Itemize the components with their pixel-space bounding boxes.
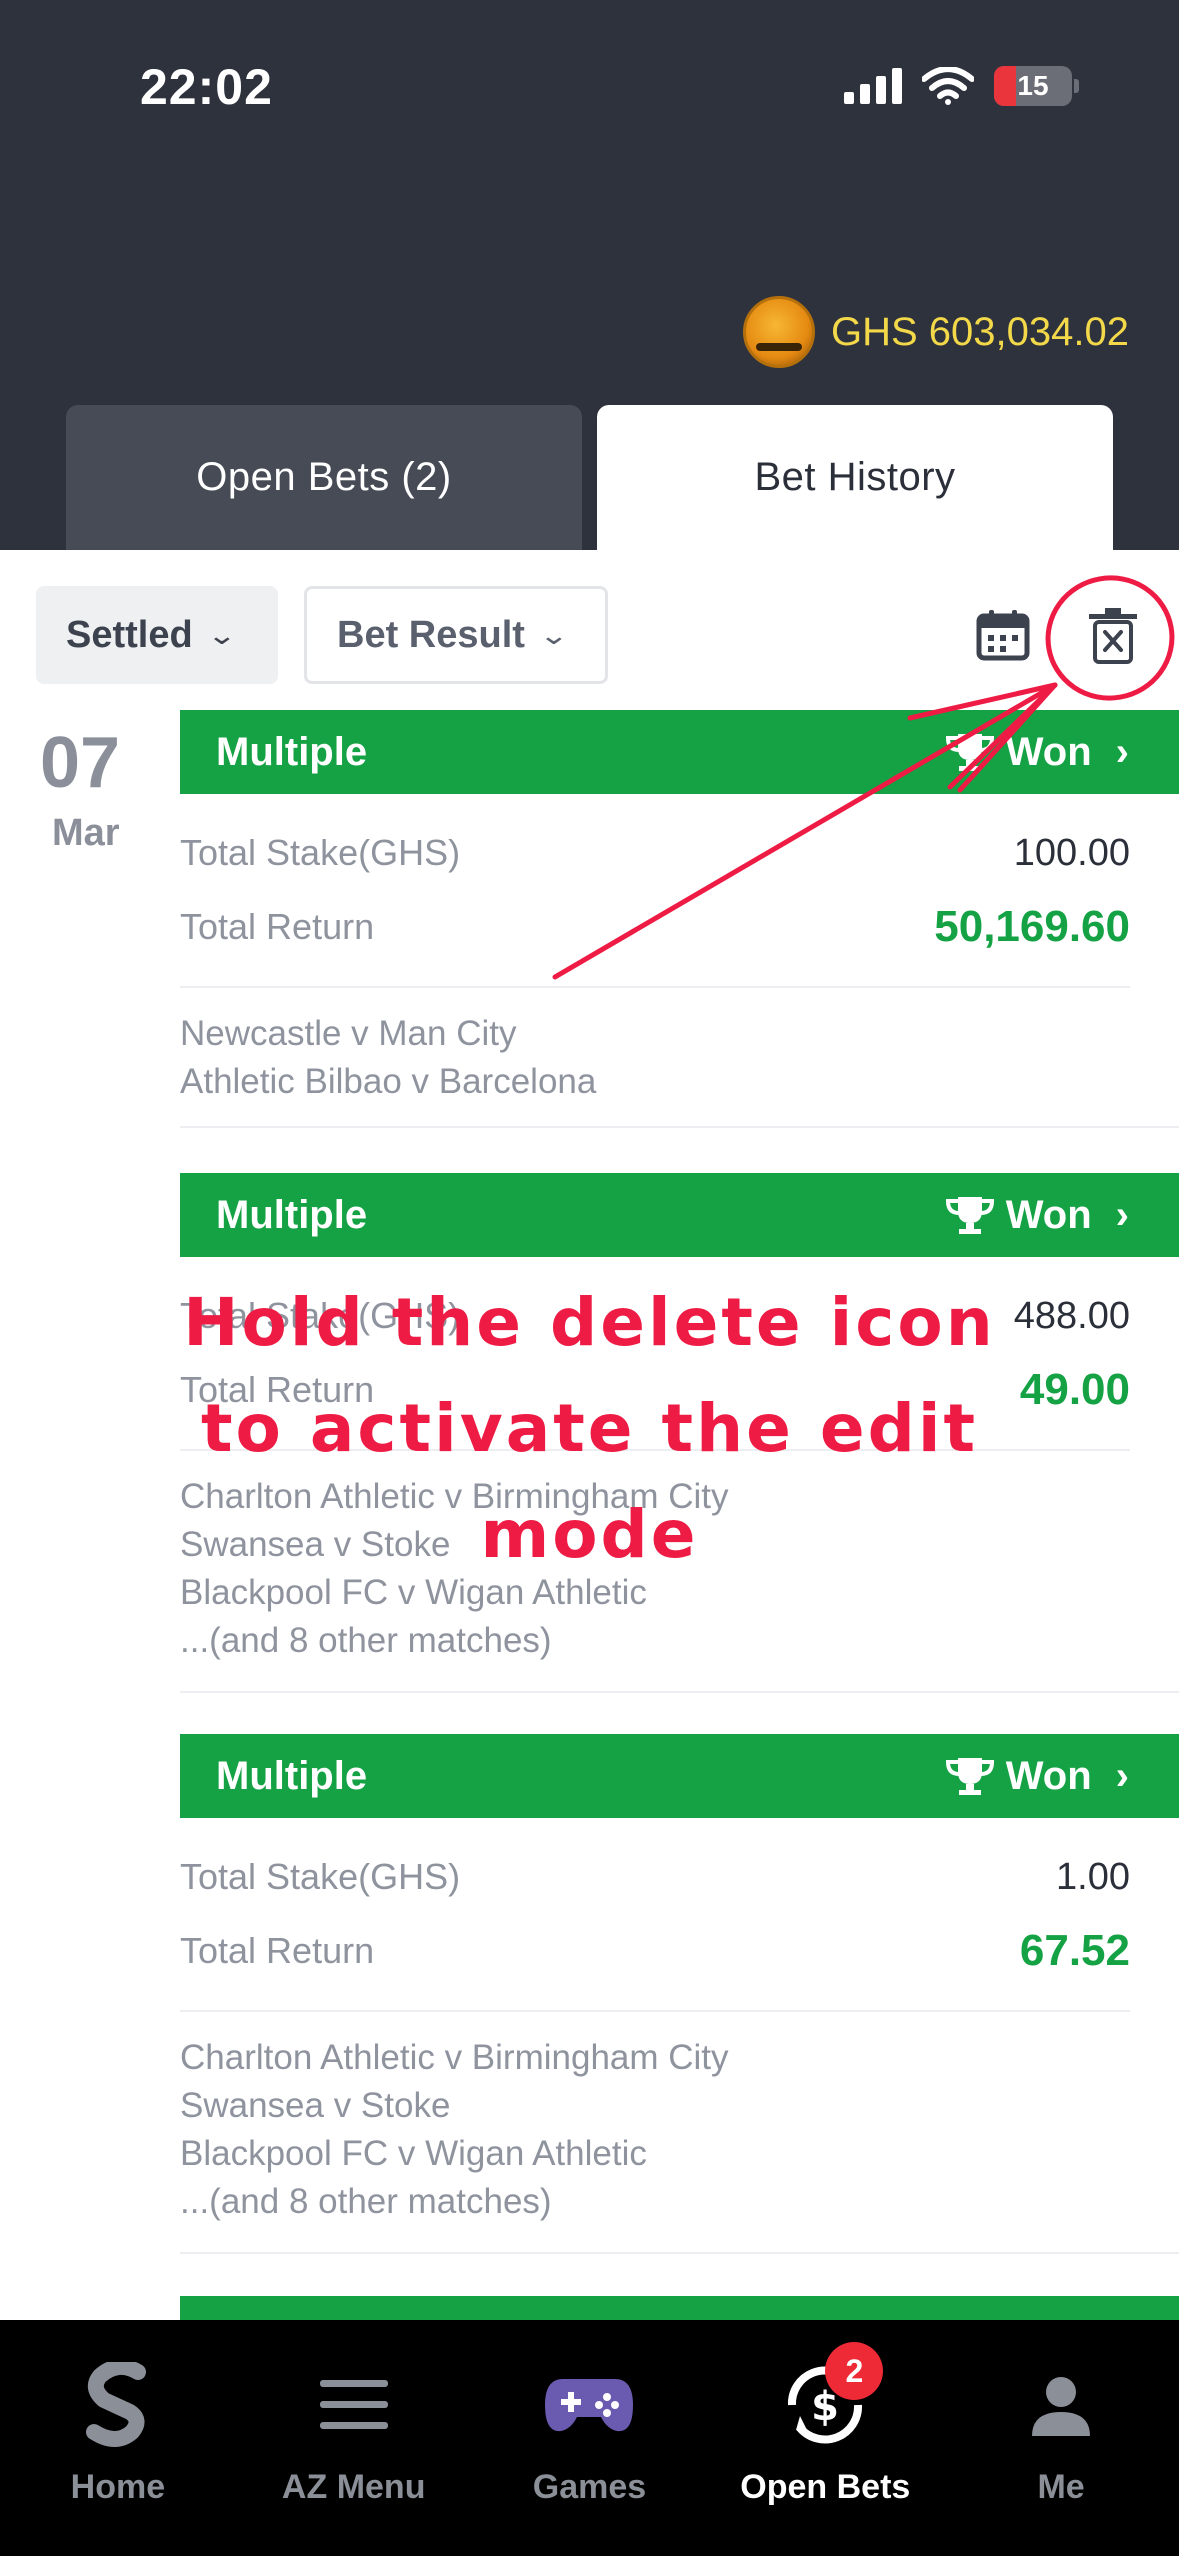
bet-type: Multiple	[216, 1192, 368, 1237]
return-label: Total Return	[180, 906, 375, 947]
bet-card-header[interactable]: Multiple Won ›	[180, 1734, 1179, 1818]
stake-value: 100.00	[1013, 831, 1130, 874]
bet-status-label: Won	[1005, 729, 1092, 774]
balance[interactable]: GHS 603,034.02	[743, 296, 1129, 368]
match-item: Blackpool FC v Wigan Athletic	[180, 2134, 647, 2173]
nav-az-menu[interactable]: AZ Menu	[236, 2320, 472, 2556]
user-icon	[1032, 2377, 1091, 2436]
signal-icon	[844, 68, 902, 104]
nav-open-bets-label: Open Bets	[740, 2468, 911, 2506]
chevron-down-icon: ⌄	[206, 619, 237, 650]
date-day: 07	[40, 723, 121, 803]
calendar-icon[interactable]	[976, 608, 1030, 662]
chevron-down-icon: ⌄	[538, 619, 570, 650]
match-item: ...(and 8 other matches)	[180, 2182, 552, 2221]
match-item: ...(and 8 other matches)	[180, 1621, 552, 1660]
bet-status: Won ›	[944, 730, 1129, 775]
bet-card-header[interactable]: Multiple Won ›	[180, 1173, 1179, 1257]
balance-amount: GHS 603,034.02	[831, 309, 1129, 354]
settled-dropdown[interactable]: Settled ⌄	[36, 586, 278, 684]
chevron-right-icon: ›	[1115, 1753, 1129, 1798]
header: 22:02 15 GHS 603,034.02 Open Bets (2) Be…	[0, 0, 1179, 550]
bet-card-header	[180, 2296, 1179, 2320]
bet-status: Won ›	[944, 1193, 1129, 1238]
match-list: Charlton Athletic v Birmingham City Swan…	[180, 2012, 1179, 2252]
return-value: 67.52	[1019, 1926, 1130, 1975]
settled-label: Settled	[66, 613, 193, 656]
nav-games[interactable]: Games	[472, 2320, 708, 2556]
tab-bet-history[interactable]: Bet History	[597, 405, 1113, 550]
nav-open-bets[interactable]: $ 2 Open Bets	[707, 2320, 943, 2556]
bet-card[interactable]: Multiple Won › Total Stake(GHS) 1.00 Tot…	[180, 1734, 1179, 2254]
bet-status-label: Won	[1005, 1753, 1092, 1798]
divider	[180, 1691, 1179, 1693]
nav-games-label: Games	[532, 2468, 647, 2506]
bet-type: Multiple	[216, 729, 368, 774]
tab-open-bets[interactable]: Open Bets (2)	[66, 405, 582, 550]
bet-status-label: Won	[1005, 1192, 1092, 1237]
annotation-text: mode	[480, 1496, 699, 1573]
trophy-icon	[945, 1197, 994, 1234]
match-item: Newcastle v Man City	[180, 1014, 517, 1053]
match-item: Charlton Athletic v Birmingham City	[180, 2038, 729, 2077]
bet-card[interactable]: Multiple Won › Total Stake(GHS) 100.00 T…	[180, 710, 1179, 1128]
avatar[interactable]	[743, 296, 815, 368]
delete-icon[interactable]	[1086, 606, 1140, 666]
annotation-text: to activate the edit	[200, 1390, 978, 1467]
home-logo-icon	[85, 2362, 146, 2447]
stake-label: Total Stake(GHS)	[180, 832, 461, 873]
return-row: Total Return 67.52	[180, 1914, 1130, 1988]
chevron-right-icon: ›	[1115, 1192, 1129, 1237]
battery-icon: 15	[994, 66, 1079, 106]
bet-card-header[interactable]: Multiple Won ›	[180, 710, 1179, 794]
bet-status: Won ›	[944, 1754, 1129, 1799]
chevron-right-icon: ›	[1115, 729, 1129, 774]
return-value: 50,169.60	[934, 902, 1130, 951]
bet-type: Multiple	[216, 1753, 368, 1798]
divider	[180, 1126, 1179, 1128]
open-bets-badge: 2	[825, 2342, 884, 2400]
trophy-icon	[945, 734, 994, 771]
nav-home-label: Home	[70, 2468, 166, 2506]
nav-me[interactable]: Me	[943, 2320, 1179, 2556]
stake-row: Total Stake(GHS) 1.00	[180, 1840, 1130, 1914]
bet-result-label: Bet Result	[337, 613, 525, 656]
stake-row: Total Stake(GHS) 100.00	[180, 816, 1130, 890]
nav-menu-label: AZ Menu	[281, 2468, 426, 2506]
nav-me-label: Me	[1037, 2468, 1085, 2506]
gamepad-icon	[545, 2379, 634, 2432]
date-month: Mar	[52, 812, 120, 854]
filter-bar: Settled ⌄ Bet Result ⌄	[0, 550, 1179, 720]
status-icons: 15	[844, 66, 1079, 106]
annotation-text: Hold the delete icon	[183, 1284, 996, 1361]
return-row: Total Return 50,169.60	[180, 890, 1130, 964]
match-item: Swansea v Stoke	[180, 2086, 451, 2125]
status-time: 22:02	[140, 59, 273, 115]
bet-result-dropdown[interactable]: Bet Result ⌄	[304, 586, 608, 684]
bottom-nav: Home AZ Menu Games $ 2 Open Bets Me	[0, 2320, 1179, 2556]
match-item: Athletic Bilbao v Barcelona	[180, 1062, 597, 1101]
match-list: Newcastle v Man City Athletic Bilbao v B…	[180, 988, 1179, 1126]
match-item: Blackpool FC v Wigan Athletic	[180, 1573, 647, 1612]
stake-value: 1.00	[1056, 1855, 1130, 1898]
battery-level: 15	[1017, 70, 1049, 101]
divider	[180, 2252, 1179, 2254]
nav-home[interactable]: Home	[0, 2320, 236, 2556]
menu-icon	[319, 2380, 388, 2429]
wifi-icon	[922, 67, 974, 105]
trophy-icon	[945, 1758, 994, 1795]
return-label: Total Return	[180, 1930, 375, 1971]
stake-label: Total Stake(GHS)	[180, 1856, 461, 1897]
